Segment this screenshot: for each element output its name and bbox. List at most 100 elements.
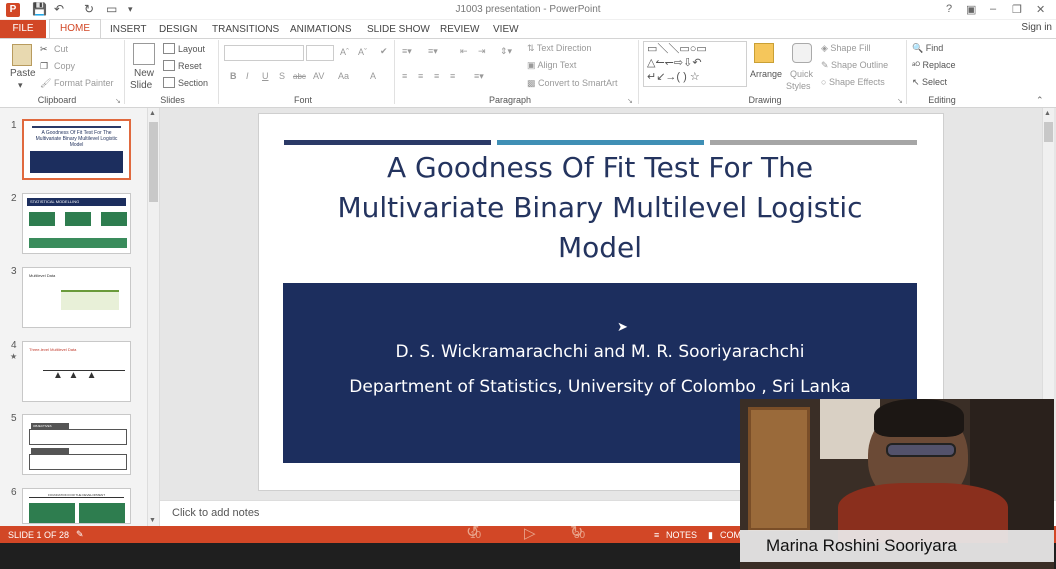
title-rule-navy bbox=[284, 140, 491, 145]
italic-button[interactable]: I bbox=[246, 71, 249, 81]
shape-outline-button[interactable]: Shape Outline bbox=[831, 60, 888, 70]
notes-button[interactable]: NOTES bbox=[666, 530, 697, 540]
line-spacing-icon[interactable]: ⇕▾ bbox=[500, 46, 512, 57]
tab-slide-show[interactable]: SLIDE SHOW bbox=[367, 24, 430, 35]
tab-design[interactable]: DESIGN bbox=[159, 24, 197, 35]
tab-review[interactable]: REVIEW bbox=[440, 24, 479, 35]
scroll-thumb[interactable] bbox=[1044, 122, 1053, 142]
font-name-input[interactable] bbox=[224, 45, 304, 61]
title-line: Model bbox=[557, 231, 643, 264]
grow-font-icon[interactable]: Aˆ bbox=[340, 47, 349, 57]
columns-icon[interactable]: ≡▾ bbox=[474, 71, 484, 82]
new-slide-button[interactable]: New bbox=[134, 68, 154, 79]
participant-name: Marina Roshini Sooriyara bbox=[740, 530, 1054, 562]
font-size-input[interactable] bbox=[306, 45, 334, 61]
paste-button[interactable]: Paste bbox=[10, 68, 36, 79]
restore-icon[interactable]: ❐ bbox=[1012, 3, 1022, 16]
reset-button[interactable]: Reset bbox=[178, 61, 202, 71]
new-slide-dropdown[interactable]: Slide bbox=[130, 80, 152, 91]
background-door bbox=[748, 407, 810, 531]
paste-dropdown-icon[interactable]: ▾ bbox=[18, 80, 23, 91]
spelling-check-icon[interactable]: ✎ bbox=[76, 529, 84, 540]
slide-thumbnail-4[interactable]: Three-level Multilevel Data ▲ ▲ ▲ bbox=[22, 341, 131, 402]
numbering-icon[interactable]: ≡▾ bbox=[428, 46, 438, 57]
font-group-label: Font bbox=[293, 95, 312, 105]
cut-button[interactable]: Cut bbox=[54, 44, 68, 54]
convert-smartart-button[interactable]: Convert to SmartArt bbox=[538, 78, 618, 88]
copy-button[interactable]: Copy bbox=[54, 61, 75, 71]
minimize-icon[interactable]: – bbox=[990, 3, 996, 15]
new-slide-icon[interactable] bbox=[133, 43, 155, 65]
align-left-icon[interactable]: ≡ bbox=[402, 71, 407, 81]
tab-home[interactable]: HOME bbox=[49, 19, 101, 39]
tab-insert[interactable]: INSERT bbox=[110, 24, 147, 35]
paragraph-launcher-icon[interactable]: ↘ bbox=[627, 97, 633, 105]
tab-animations[interactable]: ANIMATIONS bbox=[290, 24, 351, 35]
shape-effects-button[interactable]: Shape Effects bbox=[829, 77, 885, 87]
bold-button[interactable]: B bbox=[230, 71, 237, 81]
shape-fill-button[interactable]: Shape Fill bbox=[830, 43, 870, 53]
notes-placeholder[interactable]: Click to add notes bbox=[172, 507, 259, 519]
find-button[interactable]: Find bbox=[926, 43, 944, 53]
quick-styles-icon[interactable] bbox=[792, 43, 812, 63]
play-icon[interactable]: ▷ bbox=[524, 524, 536, 542]
arrange-icon[interactable] bbox=[754, 43, 774, 63]
slide-thumbnail-2[interactable]: STATISTICAL MODELLING bbox=[22, 193, 131, 254]
comments-button[interactable]: COM bbox=[720, 530, 741, 540]
slide-thumbnail-3[interactable]: Multilevel Data bbox=[22, 267, 131, 328]
increase-indent-icon[interactable]: ⇥ bbox=[478, 46, 486, 57]
text-direction-button[interactable]: Text Direction bbox=[537, 43, 592, 53]
character-spacing-button[interactable]: AV bbox=[313, 71, 324, 81]
collapse-ribbon-icon[interactable]: ⌃ bbox=[1036, 95, 1044, 106]
justify-icon[interactable]: ≡ bbox=[450, 71, 455, 81]
clear-formatting-icon[interactable]: ✔ bbox=[380, 46, 388, 57]
replace-icon: ᵃᴼ bbox=[912, 60, 923, 70]
ribbon-divider bbox=[124, 40, 125, 104]
scroll-thumb[interactable] bbox=[149, 122, 158, 202]
align-text-button[interactable]: Align Text bbox=[538, 60, 577, 70]
shrink-font-icon[interactable]: Aˇ bbox=[358, 47, 367, 57]
scroll-up-icon[interactable]: ▲ bbox=[149, 110, 156, 117]
change-case-button[interactable]: Aa bbox=[338, 71, 349, 81]
ribbon-options-icon[interactable]: ▣ bbox=[966, 3, 976, 16]
copy-icon[interactable]: ❐ bbox=[40, 61, 48, 72]
thumb-box bbox=[29, 429, 127, 445]
help-button[interactable]: ? bbox=[946, 3, 952, 15]
replace-button[interactable]: Replace bbox=[922, 60, 955, 70]
tab-view[interactable]: VIEW bbox=[493, 24, 519, 35]
bullets-icon[interactable]: ≡▾ bbox=[402, 46, 412, 57]
select-button[interactable]: Select bbox=[922, 77, 947, 87]
underline-button[interactable]: U bbox=[262, 71, 269, 81]
layout-button[interactable]: Layout bbox=[178, 44, 205, 54]
paste-icon[interactable] bbox=[12, 44, 32, 66]
strikethrough-button[interactable]: abc bbox=[293, 72, 306, 81]
format-painter-icon[interactable]: 🖌 bbox=[40, 78, 51, 89]
cut-icon[interactable]: ✂ bbox=[40, 44, 48, 55]
shapes-gallery[interactable]: ▭＼＼▭○▭ △↼↽⇨⇩↶ ↵↙→( ) ☆ bbox=[643, 41, 747, 87]
slide-thumbnail-5[interactable]: OBJECTIVES bbox=[22, 414, 131, 475]
scroll-down-icon[interactable]: ▼ bbox=[149, 517, 156, 524]
shape-outline-icon: ✎ bbox=[821, 60, 832, 70]
align-center-icon[interactable]: ≡ bbox=[418, 71, 423, 81]
sign-in-link[interactable]: Sign in bbox=[1021, 22, 1052, 33]
close-icon[interactable]: ✕ bbox=[1036, 3, 1045, 16]
animation-star-icon: ★ bbox=[10, 352, 18, 361]
shape-effects-icon: ○ bbox=[821, 77, 829, 87]
decrease-indent-icon[interactable]: ⇤ bbox=[460, 46, 468, 57]
tab-file[interactable]: FILE bbox=[0, 20, 46, 38]
slide-thumbnail-6[interactable]: FOUNDATION FOR THE DEVELOPMENT bbox=[22, 488, 131, 524]
align-right-icon[interactable]: ≡ bbox=[434, 71, 439, 81]
section-button[interactable]: Section bbox=[178, 78, 208, 88]
slide-thumbnail-1[interactable]: A Goodness Of Fit Test For The Multivari… bbox=[22, 119, 131, 180]
drawing-launcher-icon[interactable]: ↘ bbox=[897, 97, 903, 105]
text-shadow-button[interactable]: S bbox=[279, 71, 285, 81]
clipboard-launcher-icon[interactable]: ↘ bbox=[115, 97, 121, 105]
tab-transitions[interactable]: TRANSITIONS bbox=[212, 24, 279, 35]
quick-styles-button[interactable]: Quick bbox=[790, 69, 813, 79]
thumbnail-scrollbar[interactable]: ▲ ▼ bbox=[147, 108, 159, 526]
scroll-up-icon[interactable]: ▲ bbox=[1044, 110, 1051, 117]
slide-title[interactable]: A Goodness Of Fit Test For The Multivari… bbox=[300, 148, 900, 268]
font-color-button[interactable]: A bbox=[370, 71, 376, 81]
format-painter-button[interactable]: Format Painter bbox=[54, 78, 114, 88]
arrange-button[interactable]: Arrange bbox=[750, 69, 782, 79]
